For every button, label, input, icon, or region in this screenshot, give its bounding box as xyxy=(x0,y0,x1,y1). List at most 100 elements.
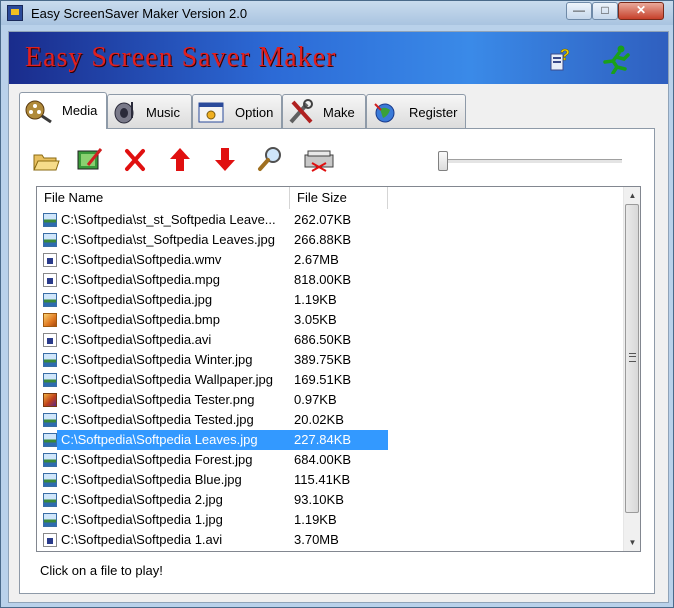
table-row[interactable]: C:\Softpedia\Softpedia 2.jpg 93.10KB xyxy=(37,490,623,510)
file-name-cell: C:\Softpedia\Softpedia Tested.jpg xyxy=(41,410,290,430)
tab-register[interactable]: Register xyxy=(366,94,466,128)
tab-music-label: Music xyxy=(146,105,180,120)
vertical-scrollbar[interactable]: ▲ ▼ xyxy=(623,187,640,551)
file-name-text: C:\Softpedia\Softpedia.avi xyxy=(61,332,212,347)
slider-thumb[interactable] xyxy=(438,151,448,171)
app-window: Easy ScreenSaver Maker Version 2.0 — □ ✕… xyxy=(0,0,674,608)
svg-text:?: ? xyxy=(560,47,570,64)
file-size-cell: 169.51KB xyxy=(294,372,352,387)
file-name-cell: C:\Softpedia\Softpedia Leaves.jpg xyxy=(41,430,290,450)
file-name-text: C:\Softpedia\Softpedia.bmp xyxy=(61,312,220,327)
table-row[interactable]: C:\Softpedia\Softpedia Blue.jpg 115.41KB xyxy=(37,470,623,490)
file-name-text: C:\Softpedia\Softpedia Tested.jpg xyxy=(61,412,254,427)
table-row[interactable]: C:\Softpedia\Softpedia Forest.jpg 684.00K… xyxy=(37,450,623,470)
speed-slider[interactable] xyxy=(438,151,622,171)
list-header: File Name File Size xyxy=(37,187,623,209)
file-name-cell: C:\Softpedia\st_Softpedia Leaves.jpg xyxy=(41,230,290,250)
file-size-cell: 262.07KB xyxy=(294,212,352,227)
minimize-button[interactable]: — xyxy=(566,2,592,20)
file-name-cell: C:\Softpedia\Softpedia 1.avi xyxy=(41,530,290,550)
status-text: Click on a file to play! xyxy=(40,563,163,578)
image-file-icon xyxy=(43,353,57,367)
image-file-icon xyxy=(43,493,57,507)
image-file-icon xyxy=(43,473,57,487)
file-name-cell: C:\Softpedia\Softpedia Winter.jpg xyxy=(41,350,290,370)
list-rows: C:\Softpedia\st_st_Softpedia Leave... 262… xyxy=(37,210,623,550)
file-name-cell: C:\Softpedia\Softpedia.avi xyxy=(41,330,290,350)
help-icon[interactable]: ? xyxy=(549,46,571,72)
tab-media[interactable]: Media xyxy=(19,92,107,129)
file-size-cell: 686.50KB xyxy=(294,332,352,347)
file-name-cell: C:\Softpedia\Softpedia.jpg xyxy=(41,290,290,310)
open-folder-icon[interactable] xyxy=(30,143,60,175)
table-row[interactable]: C:\Softpedia\Softpedia.jpg 1.19KB xyxy=(37,290,623,310)
file-size-cell: 2.67MB xyxy=(294,252,339,267)
table-row[interactable]: C:\Softpedia\Softpedia Tester.png 0.97KB xyxy=(37,390,623,410)
file-list[interactable]: File Name File Size C:\Softpedia\st_st_S… xyxy=(36,186,641,552)
table-row[interactable]: C:\Softpedia\Softpedia.mpg 818.00KB xyxy=(37,270,623,290)
table-row[interactable]: C:\Softpedia\Softpedia.bmp 3.05KB xyxy=(37,310,623,330)
running-man-icon[interactable] xyxy=(599,44,633,74)
scroll-grip-icon xyxy=(629,353,636,362)
table-row[interactable]: C:\Softpedia\Softpedia Winter.jpg 389.75K… xyxy=(37,350,623,370)
scroll-thumb[interactable] xyxy=(625,204,639,513)
tools-icon xyxy=(289,99,313,124)
table-row[interactable]: C:\Softpedia\Softpedia.wmv 2.67MB xyxy=(37,250,623,270)
column-file-name[interactable]: File Name xyxy=(37,187,290,209)
app-icon xyxy=(7,5,23,21)
maximize-button[interactable]: □ xyxy=(592,2,618,20)
file-name-cell: C:\Softpedia\Softpedia.mpg xyxy=(41,270,290,290)
table-row[interactable]: C:\Softpedia\Softpedia Leaves.jpg 227.84K… xyxy=(37,430,623,450)
tab-make[interactable]: Make xyxy=(282,94,366,128)
file-name-text: C:\Softpedia\Softpedia Winter.jpg xyxy=(61,352,253,367)
move-up-icon[interactable] xyxy=(165,143,195,175)
table-row[interactable]: C:\Softpedia\st_Softpedia Leaves.jpg 266.… xyxy=(37,230,623,250)
close-button[interactable]: ✕ xyxy=(618,2,664,20)
file-name-cell: C:\Softpedia\Softpedia 2.jpg xyxy=(41,490,290,510)
title-bar[interactable]: Easy ScreenSaver Maker Version 2.0 — □ ✕ xyxy=(1,1,673,25)
file-size-cell: 1.19KB xyxy=(294,512,337,527)
image-file-icon xyxy=(43,213,57,227)
image-file-icon xyxy=(43,453,57,467)
preview-magnifier-icon[interactable] xyxy=(255,143,285,175)
file-size-cell: 93.10KB xyxy=(294,492,344,507)
file-name-cell: C:\Softpedia\Softpedia Wallpaper.jpg xyxy=(41,370,290,390)
file-name-text: C:\Softpedia\st_st_Softpedia Leave... xyxy=(61,212,276,227)
image-file-icon xyxy=(43,413,57,427)
clear-list-icon[interactable] xyxy=(302,143,338,175)
move-down-icon[interactable] xyxy=(210,143,240,175)
file-name-text: C:\Softpedia\Softpedia Leaves.jpg xyxy=(59,430,258,450)
table-row[interactable]: C:\Softpedia\Softpedia Tested.jpg 20.02KB xyxy=(37,410,623,430)
register-globe-icon xyxy=(374,103,395,123)
column-file-size[interactable]: File Size xyxy=(290,187,388,209)
file-size-cell: 20.02KB xyxy=(294,412,344,427)
table-row[interactable]: C:\Softpedia\Softpedia 1.jpg 1.19KB xyxy=(37,510,623,530)
edit-image-icon[interactable] xyxy=(74,143,104,175)
film-reel-icon xyxy=(25,100,52,124)
tab-option-label: Option xyxy=(235,105,274,120)
tab-media-label: Media xyxy=(62,103,98,118)
file-name-text: C:\Softpedia\Softpedia.jpg xyxy=(61,292,213,307)
video-file-icon xyxy=(43,253,57,267)
video-file-icon xyxy=(43,333,57,347)
table-row[interactable]: C:\Softpedia\Softpedia.avi 686.50KB xyxy=(37,330,623,350)
file-name-text: C:\Softpedia\Softpedia.mpg xyxy=(61,272,220,287)
scroll-down-arrow-icon[interactable]: ▼ xyxy=(624,534,640,551)
table-row[interactable]: C:\Softpedia\Softpedia Wallpaper.jpg 169.… xyxy=(37,370,623,390)
table-row[interactable]: C:\Softpedia\Softpedia 1.avi 3.70MB xyxy=(37,530,623,550)
video-file-icon xyxy=(43,533,57,547)
file-size-cell: 227.84KB xyxy=(290,430,388,450)
file-name-text: C:\Softpedia\Softpedia Forest.jpg xyxy=(61,452,253,467)
file-name-cell: C:\Softpedia\st_st_Softpedia Leave... xyxy=(41,210,290,230)
image-file-icon xyxy=(43,293,57,307)
tab-music[interactable]: Music xyxy=(107,94,192,128)
tab-option[interactable]: Option xyxy=(192,94,282,128)
table-row[interactable]: C:\Softpedia\st_st_Softpedia Leave... 262… xyxy=(37,210,623,230)
delete-icon[interactable] xyxy=(120,143,150,175)
image-file-icon xyxy=(43,393,57,407)
scroll-up-arrow-icon[interactable]: ▲ xyxy=(624,187,640,204)
file-name-text: C:\Softpedia\Softpedia Blue.jpg xyxy=(61,472,242,487)
file-size-cell: 266.88KB xyxy=(294,232,352,247)
tab-make-label: Make xyxy=(323,105,355,120)
image-file-icon xyxy=(43,313,57,327)
